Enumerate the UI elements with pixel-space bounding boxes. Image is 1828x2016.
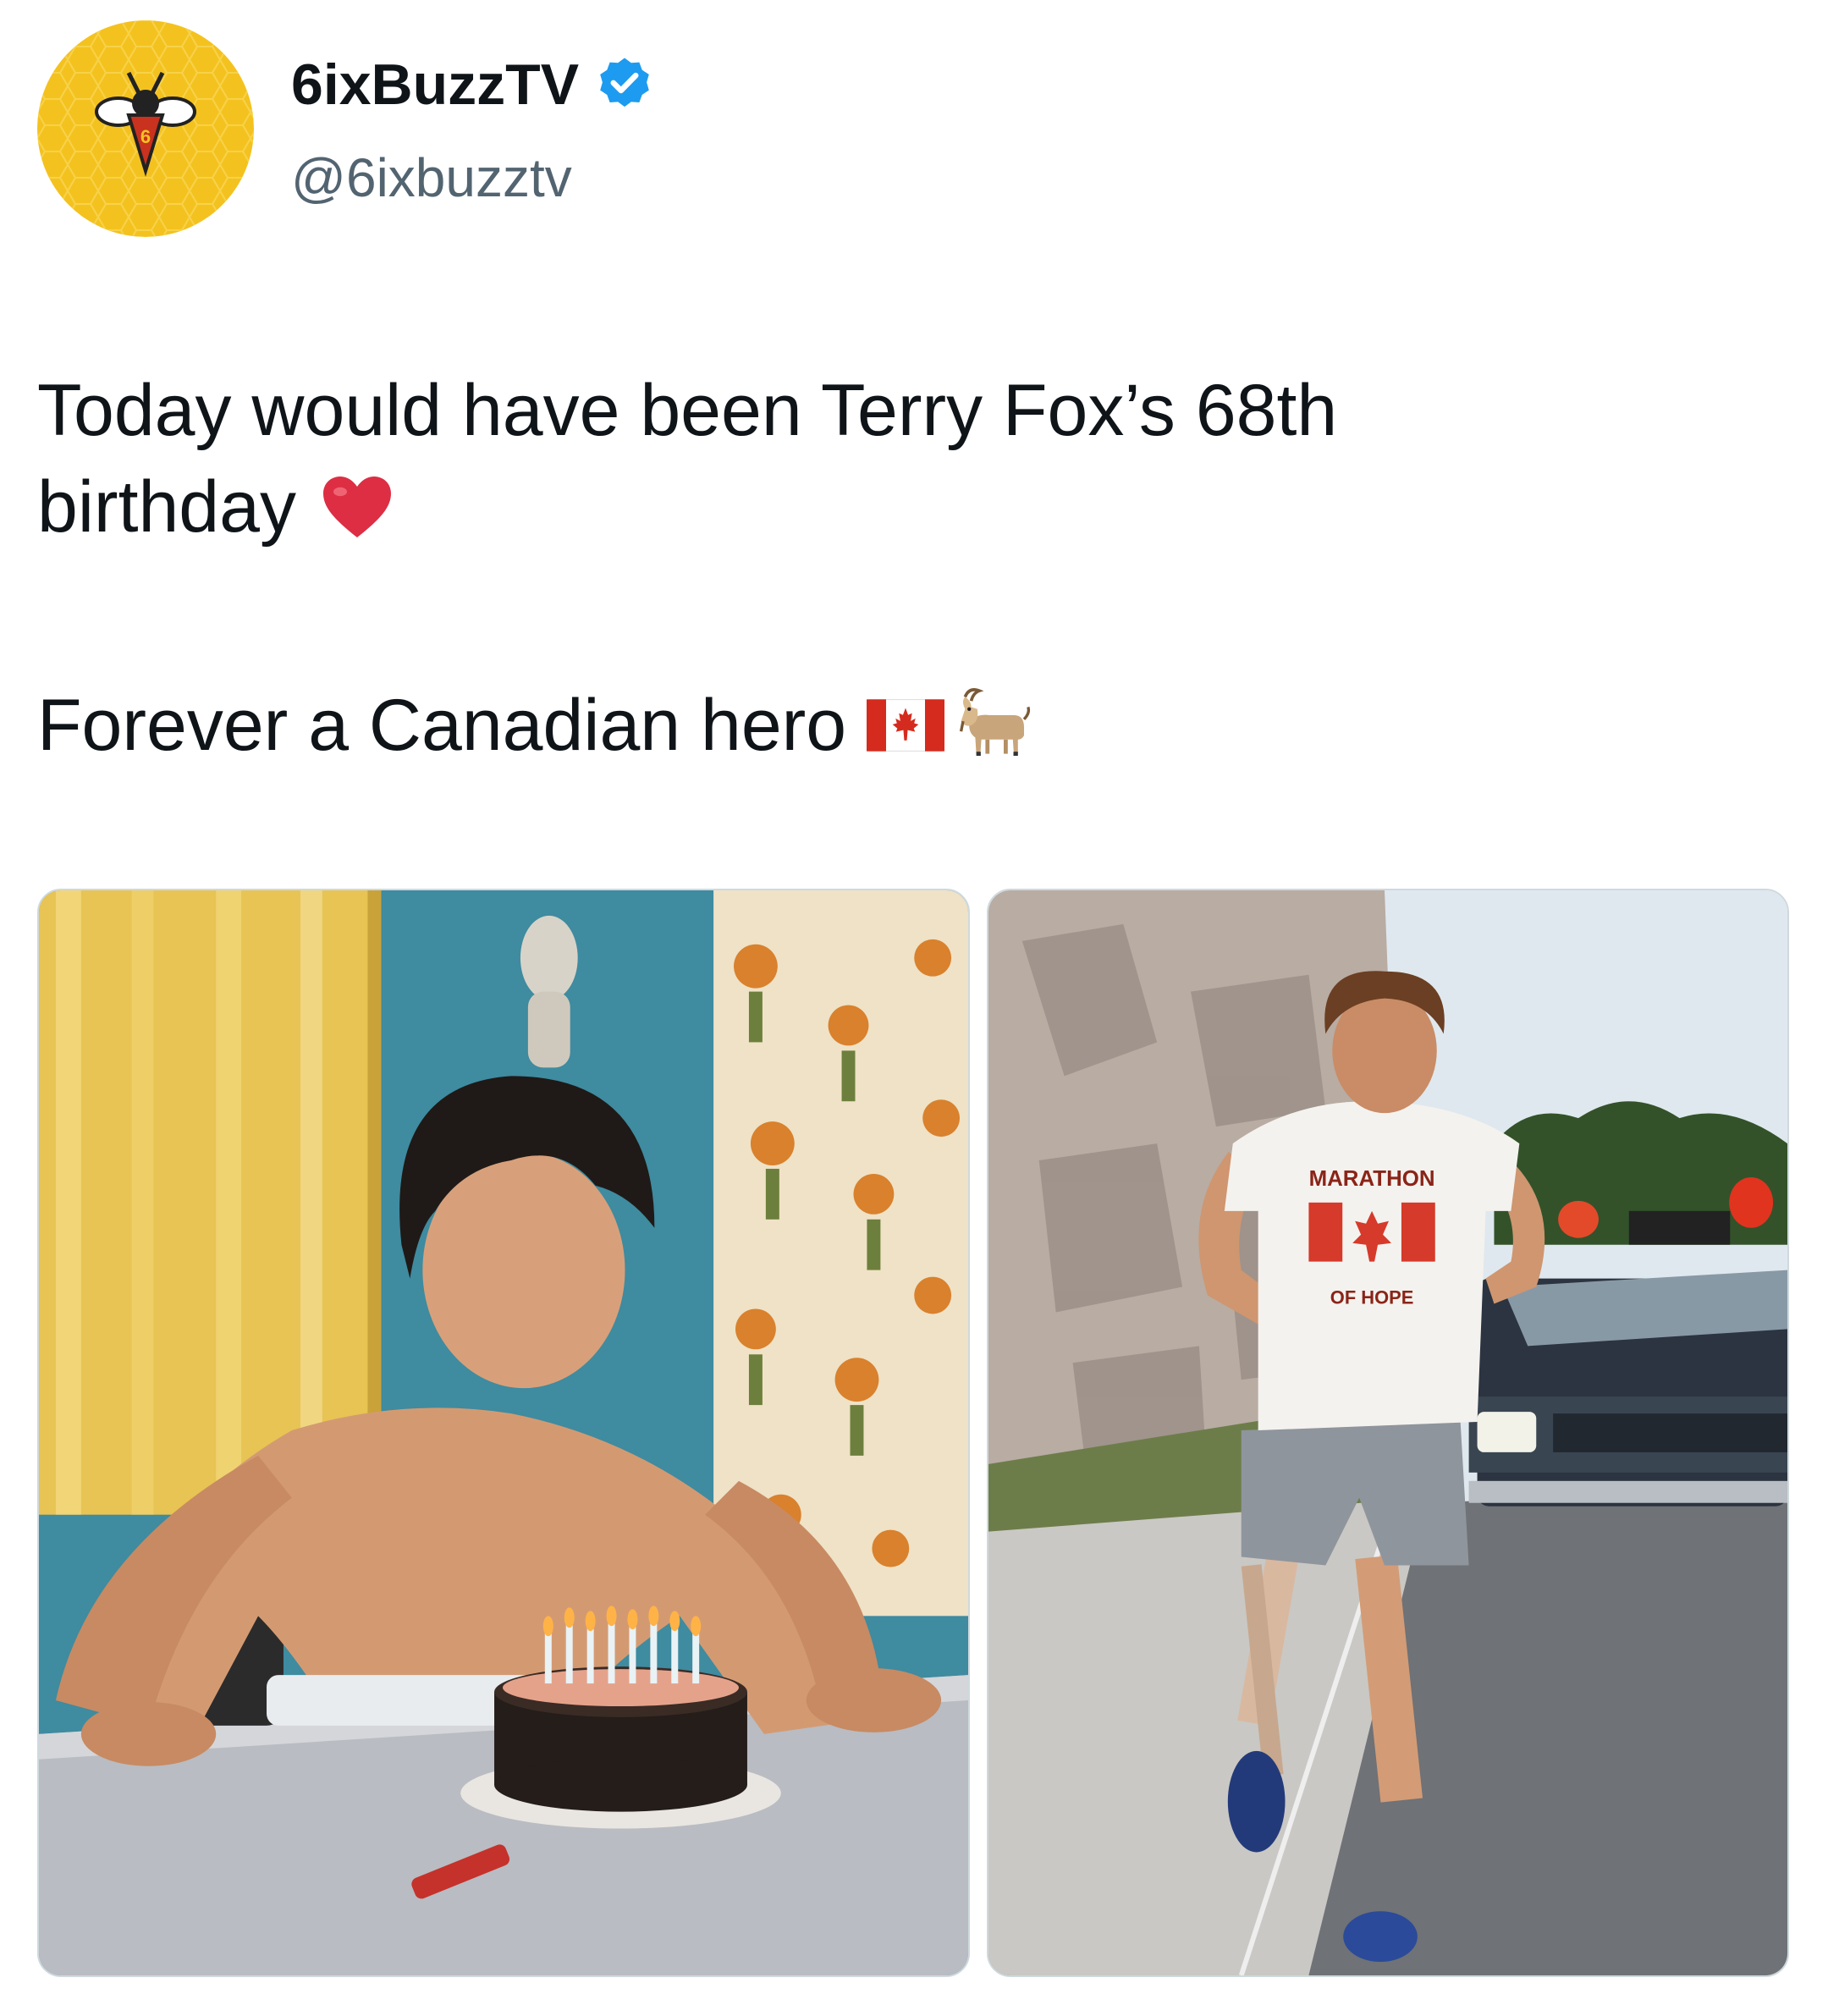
- goat-icon: [953, 685, 1034, 766]
- bee-logo-icon: 6: [37, 20, 254, 237]
- tweet-line-2-text: birthday: [37, 466, 296, 548]
- svg-text:6: 6: [140, 126, 151, 147]
- author-handle[interactable]: @6ixbuzztv: [291, 146, 572, 210]
- verified-badge-icon: [594, 54, 655, 115]
- birthday-cake-photo[interactable]: [37, 889, 970, 1977]
- red-heart-icon: [317, 466, 398, 548]
- tweet-line-2: birthday: [37, 459, 1781, 555]
- tweet-card[interactable]: 6 6ixBuzzTV @6ixbuzztv Today would have …: [0, 0, 1828, 2016]
- canada-flag-icon: [867, 699, 945, 752]
- shirt-text-top: MARATHON: [1309, 1167, 1435, 1191]
- tweet-line-1-text: Today would have been Terry Fox’s 68th: [37, 370, 1338, 451]
- tweet-text: Today would have been Terry Fox’s 68th b…: [37, 362, 1781, 774]
- shirt-text-bottom: OF HOPE: [1330, 1286, 1414, 1308]
- avatar[interactable]: 6: [37, 20, 254, 237]
- author-name-text: 6ixBuzzTV: [291, 52, 580, 117]
- author-display-name[interactable]: 6ixBuzzTV: [291, 51, 655, 118]
- tweet-line-3: Forever a Canadian hero: [37, 677, 1781, 774]
- tweet-line-3-text: Forever a Canadian hero: [37, 685, 847, 766]
- tweet-line-1: Today would have been Terry Fox’s 68th: [37, 362, 1781, 459]
- marathon-of-hope-photo[interactable]: MARATHON OF HOPE: [987, 889, 1789, 1977]
